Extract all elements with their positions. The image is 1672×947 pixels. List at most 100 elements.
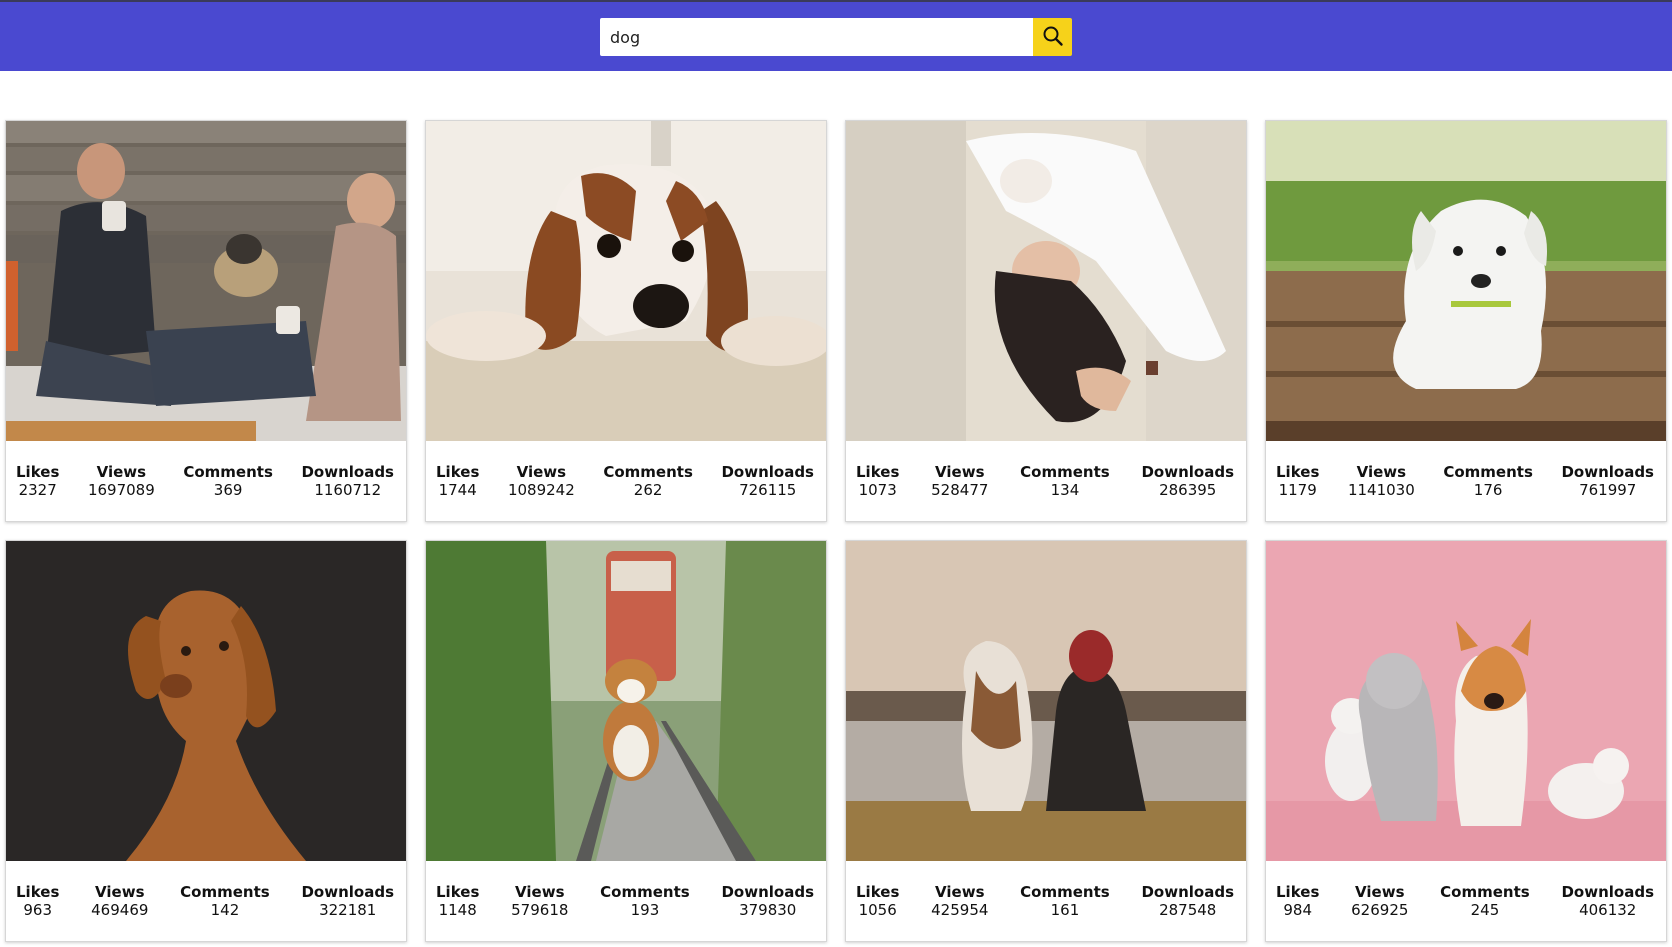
- likes-label: Likes: [436, 463, 480, 481]
- comments-stat: Comments 245: [1440, 883, 1530, 941]
- likes-stat: Likes 1148: [436, 883, 479, 941]
- comments-value: 262: [633, 481, 663, 499]
- downloads-label: Downloads: [301, 883, 394, 901]
- downloads-stat: Downloads 379830: [721, 883, 814, 941]
- comments-value: 193: [630, 901, 660, 919]
- downloads-stat: Downloads 1160712: [301, 463, 394, 521]
- views-label: Views: [1355, 883, 1405, 901]
- downloads-label: Downloads: [721, 463, 814, 481]
- likes-stat: Likes 963: [16, 883, 59, 941]
- views-stat: Views 1089242: [508, 463, 575, 521]
- likes-label: Likes: [856, 463, 900, 481]
- comments-value: 176: [1473, 481, 1503, 499]
- views-label: Views: [95, 883, 145, 901]
- image-stats: Likes 2327 Views 1697089 Comments 369 Downl…: [6, 441, 406, 521]
- downloads-label: Downloads: [1141, 883, 1234, 901]
- comments-stat: Comments 134: [1020, 463, 1110, 521]
- downloads-value: 761997: [1579, 481, 1637, 499]
- downloads-stat: Downloads 406132: [1561, 883, 1654, 941]
- downloads-stat: Downloads 726115: [721, 463, 814, 521]
- photo-spaniel-puppy-lying[interactable]: [426, 121, 826, 441]
- downloads-value: 286395: [1159, 481, 1217, 499]
- views-label: Views: [935, 883, 985, 901]
- views-label: Views: [935, 463, 985, 481]
- image-stats: Likes 1179 Views 1141030 Comments 176 Downl…: [1266, 441, 1666, 521]
- image-stats: Likes 1744 Views 1089242 Comments 262 Downl…: [426, 441, 826, 521]
- downloads-stat: Downloads 286395: [1141, 463, 1234, 521]
- comments-stat: Comments 161: [1020, 883, 1110, 941]
- search-button[interactable]: [1033, 18, 1072, 56]
- likes-label: Likes: [16, 883, 60, 901]
- likes-stat: Likes 1179: [1276, 463, 1319, 521]
- image-card[interactable]: Likes 1073 Views 528477 Comments 134 Downlo…: [845, 120, 1247, 522]
- views-stat: Views 528477: [931, 463, 988, 521]
- likes-value: 1056: [858, 901, 897, 919]
- comments-stat: Comments 369: [183, 463, 273, 521]
- downloads-stat: Downloads 761997: [1561, 463, 1654, 521]
- comments-value: 245: [1470, 901, 1500, 919]
- likes-stat: Likes 2327: [16, 463, 59, 521]
- comments-value: 369: [213, 481, 243, 499]
- comments-value: 161: [1050, 901, 1080, 919]
- comments-stat: Comments 193: [600, 883, 690, 941]
- comments-label: Comments: [1020, 463, 1110, 481]
- likes-value: 1073: [858, 481, 897, 499]
- image-card[interactable]: Likes 2327 Views 1697089 Comments 369 Downl…: [5, 120, 407, 522]
- likes-stat: Likes 1056: [856, 883, 899, 941]
- views-label: Views: [515, 883, 565, 901]
- likes-value: 963: [23, 901, 52, 919]
- likes-value: 2327: [18, 481, 57, 499]
- views-value: 1089242: [507, 481, 575, 499]
- photo-couple-with-pug[interactable]: [6, 121, 406, 441]
- search-header-bar: [0, 2, 1672, 71]
- image-card[interactable]: Likes 1744 Views 1089242 Comments 262 Downl…: [425, 120, 827, 522]
- comments-label: Comments: [1020, 883, 1110, 901]
- views-value: 1141030: [1347, 481, 1415, 499]
- downloads-label: Downloads: [1141, 463, 1234, 481]
- views-value: 1697089: [87, 481, 155, 499]
- downloads-value: 322181: [319, 901, 377, 919]
- views-value: 469469: [91, 901, 149, 919]
- image-card[interactable]: Likes 1056 Views 425954 Comments 161 Downlo…: [845, 540, 1247, 942]
- views-stat: Views 469469: [91, 883, 148, 941]
- photo-dog-and-woman-at-lake[interactable]: [846, 541, 1246, 861]
- views-stat: Views 1697089: [88, 463, 155, 521]
- image-card[interactable]: Likes 1179 Views 1141030 Comments 176 Downl…: [1265, 120, 1667, 522]
- views-value: 425954: [931, 901, 989, 919]
- likes-value: 1744: [438, 481, 477, 499]
- comments-label: Comments: [183, 463, 273, 481]
- likes-value: 1179: [1278, 481, 1317, 499]
- views-label: Views: [96, 463, 147, 481]
- photo-pets-on-pink[interactable]: [1266, 541, 1666, 861]
- comments-label: Comments: [600, 883, 690, 901]
- likes-label: Likes: [1276, 463, 1320, 481]
- likes-stat: Likes 984: [1276, 883, 1319, 941]
- comments-label: Comments: [180, 883, 270, 901]
- comments-value: 134: [1050, 481, 1080, 499]
- image-stats: Likes 1073 Views 528477 Comments 134 Downlo…: [846, 441, 1246, 521]
- image-card[interactable]: Likes 1148 Views 579618 Comments 193 Downlo…: [425, 540, 827, 942]
- photo-white-puppy-on-deck[interactable]: [1266, 121, 1666, 441]
- image-stats: Likes 963 Views 469469 Comments 142 Downloa…: [6, 861, 406, 941]
- search-input[interactable]: [600, 18, 1033, 56]
- likes-label: Likes: [16, 463, 60, 481]
- photo-vizsla-portrait[interactable]: [6, 541, 406, 861]
- photo-woman-on-fur-rug[interactable]: [846, 121, 1246, 441]
- image-card[interactable]: Likes 963 Views 469469 Comments 142 Downloa…: [5, 540, 407, 942]
- downloads-value: 406132: [1579, 901, 1637, 919]
- downloads-value: 287548: [1159, 901, 1217, 919]
- views-value: 626925: [1351, 901, 1409, 919]
- comments-value: 142: [210, 901, 240, 919]
- image-stats: Likes 1148 Views 579618 Comments 193 Downlo…: [426, 861, 826, 941]
- likes-label: Likes: [436, 883, 480, 901]
- comments-stat: Comments 142: [180, 883, 270, 941]
- photo-corgi-on-railway[interactable]: [426, 541, 826, 861]
- views-stat: Views 425954: [931, 883, 988, 941]
- comments-stat: Comments 176: [1443, 463, 1533, 521]
- image-stats: Likes 984 Views 626925 Comments 245 Downloa…: [1266, 861, 1666, 941]
- views-stat: Views 1141030: [1348, 463, 1415, 521]
- downloads-value: 379830: [739, 901, 797, 919]
- comments-label: Comments: [603, 463, 693, 481]
- image-card[interactable]: Likes 984 Views 626925 Comments 245 Downloa…: [1265, 540, 1667, 942]
- search-form: [600, 18, 1072, 56]
